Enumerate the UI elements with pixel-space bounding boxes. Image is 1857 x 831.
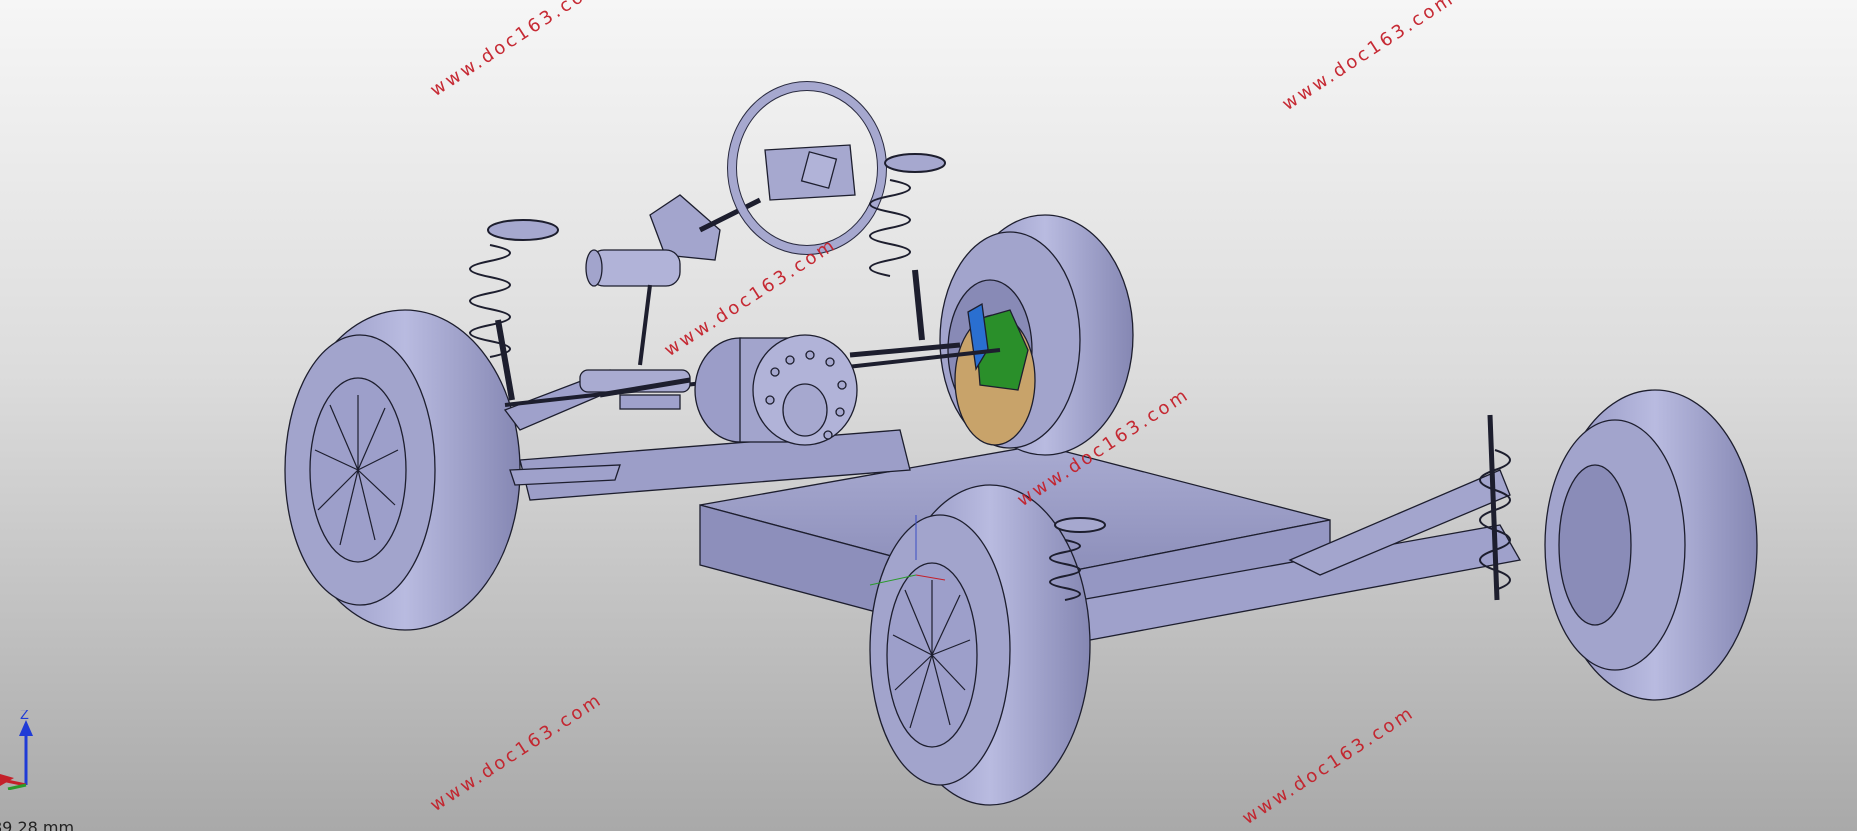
rear-right-wheel xyxy=(1544,389,1758,701)
scale-readout: 89.28 mm xyxy=(0,818,75,831)
drive-motor xyxy=(694,334,858,446)
chassis-assembly-model[interactable] xyxy=(0,0,1857,831)
triad-z-label: Z xyxy=(20,710,29,723)
axis-triad[interactable]: Z xyxy=(0,710,50,790)
front-left-wheel xyxy=(284,309,521,631)
rear-coil-spring xyxy=(1479,414,1511,601)
cad-3d-viewport[interactable]: www.doc163.co www.doc163.com www.doc163.… xyxy=(0,0,1857,831)
steering-wheel xyxy=(727,81,887,255)
